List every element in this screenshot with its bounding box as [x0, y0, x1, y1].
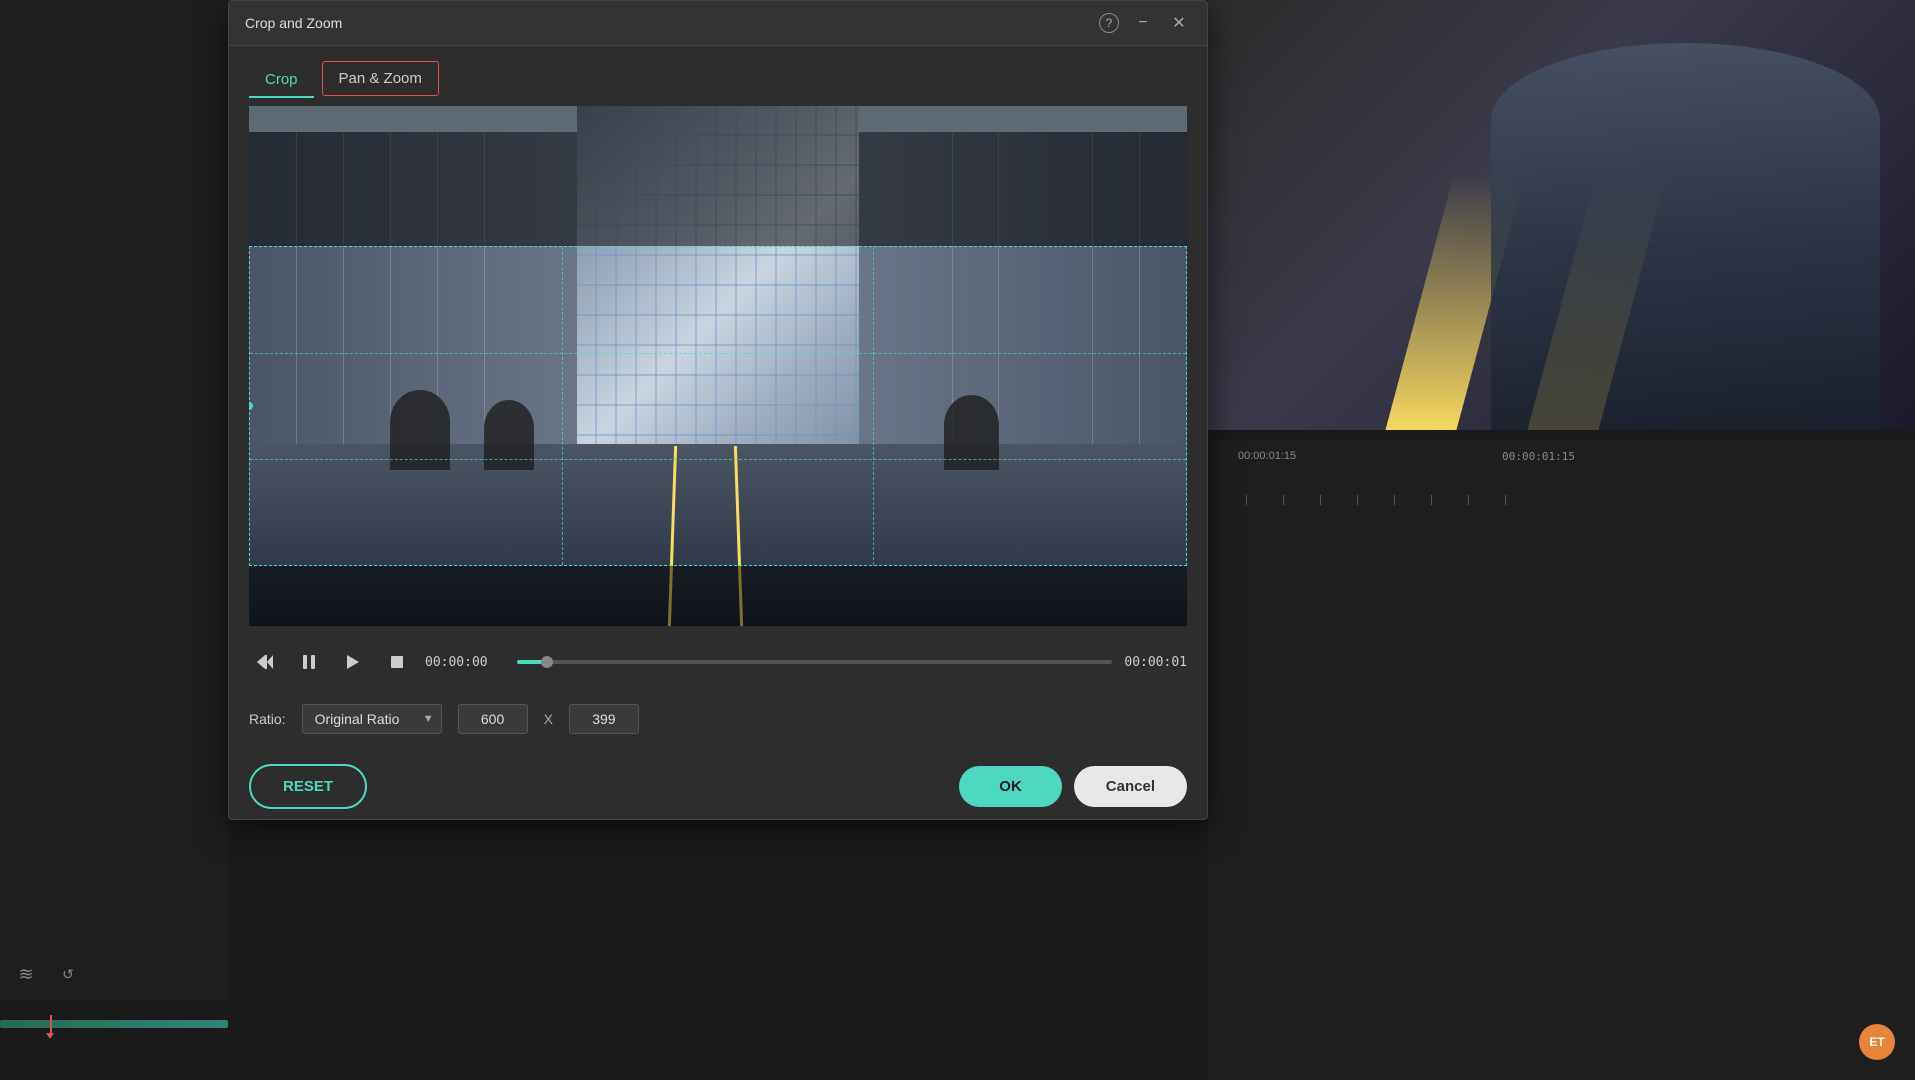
help-button[interactable]: ? — [1099, 13, 1119, 33]
play-pause-button[interactable] — [293, 646, 325, 678]
loop-icon[interactable]: ↺ — [52, 958, 84, 990]
width-input[interactable] — [458, 704, 528, 734]
thumbnail-image — [1208, 0, 1915, 430]
skip-back-button[interactable] — [249, 646, 281, 678]
play-button[interactable] — [337, 646, 369, 678]
ratio-select-wrapper: Original Ratio16:94:31:19:16 ▼ — [302, 704, 442, 734]
right-time-overlay: 00:00:01:15 — [1502, 450, 1575, 463]
reset-button[interactable]: RESET — [249, 764, 367, 809]
minimize-button[interactable]: − — [1131, 11, 1155, 35]
tick-4 — [1357, 495, 1358, 505]
video-container — [249, 106, 1187, 626]
cancel-button[interactable]: Cancel — [1074, 766, 1187, 807]
video-frame — [249, 106, 1187, 626]
right-time-label: 00:00:01:15 — [1238, 450, 1296, 462]
right-panel: 00:00:01:15 — [1208, 0, 1915, 1080]
dialog-tabs: Crop Pan & Zoom — [229, 46, 1207, 98]
titlebar-buttons: ? − ✕ — [1099, 11, 1191, 35]
tab-crop[interactable]: Crop — [249, 63, 314, 98]
playback-time-current: 00:00:00 — [425, 655, 505, 670]
tick-1 — [1246, 495, 1247, 505]
right-thumbnail — [1208, 0, 1915, 430]
tick-6 — [1431, 495, 1432, 505]
stop-button[interactable] — [381, 646, 413, 678]
right-time-area: 00:00:01:15 — [1208, 440, 1915, 1080]
dialog-titlebar: Crop and Zoom ? − ✕ — [229, 1, 1207, 46]
close-button[interactable]: ✕ — [1167, 11, 1191, 35]
ratio-select[interactable]: Original Ratio16:94:31:19:16 — [302, 704, 442, 734]
tick-5 — [1394, 495, 1395, 505]
tick-3 — [1320, 495, 1321, 505]
height-input[interactable] — [569, 704, 639, 734]
tab-pan-zoom[interactable]: Pan & Zoom — [322, 61, 439, 96]
left-transport-controls: ≋ ↺ — [10, 958, 84, 990]
seek-thumb[interactable] — [541, 656, 553, 668]
dialog-title: Crop and Zoom — [245, 15, 342, 31]
tick-2 — [1283, 495, 1284, 505]
tick-7 — [1468, 495, 1469, 505]
ratio-label: Ratio: — [249, 711, 286, 727]
waveform-icon[interactable]: ≋ — [10, 958, 42, 990]
seek-bar[interactable] — [517, 660, 1112, 664]
ok-button[interactable]: OK — [959, 766, 1062, 807]
footer-right-buttons: OK Cancel — [959, 766, 1187, 807]
dialog-footer: RESET OK Cancel — [229, 748, 1207, 825]
left-timeline-bar — [0, 1000, 228, 1080]
et-badge[interactable]: ET — [1859, 1024, 1895, 1060]
left-panel: ≋ ↺ 00:00:00:10 — [0, 0, 228, 1080]
tick-8 — [1505, 495, 1506, 505]
playback-controls: 00:00:00 00:00:01 — [229, 634, 1207, 690]
playback-time-end: 00:00:01 — [1124, 655, 1187, 670]
crop-zoom-dialog: Crop and Zoom ? − ✕ Crop Pan & Zoom — [228, 0, 1208, 820]
ratio-row: Ratio: Original Ratio16:94:31:19:16 ▼ X — [229, 690, 1207, 748]
dimension-x-separator: X — [544, 711, 553, 727]
